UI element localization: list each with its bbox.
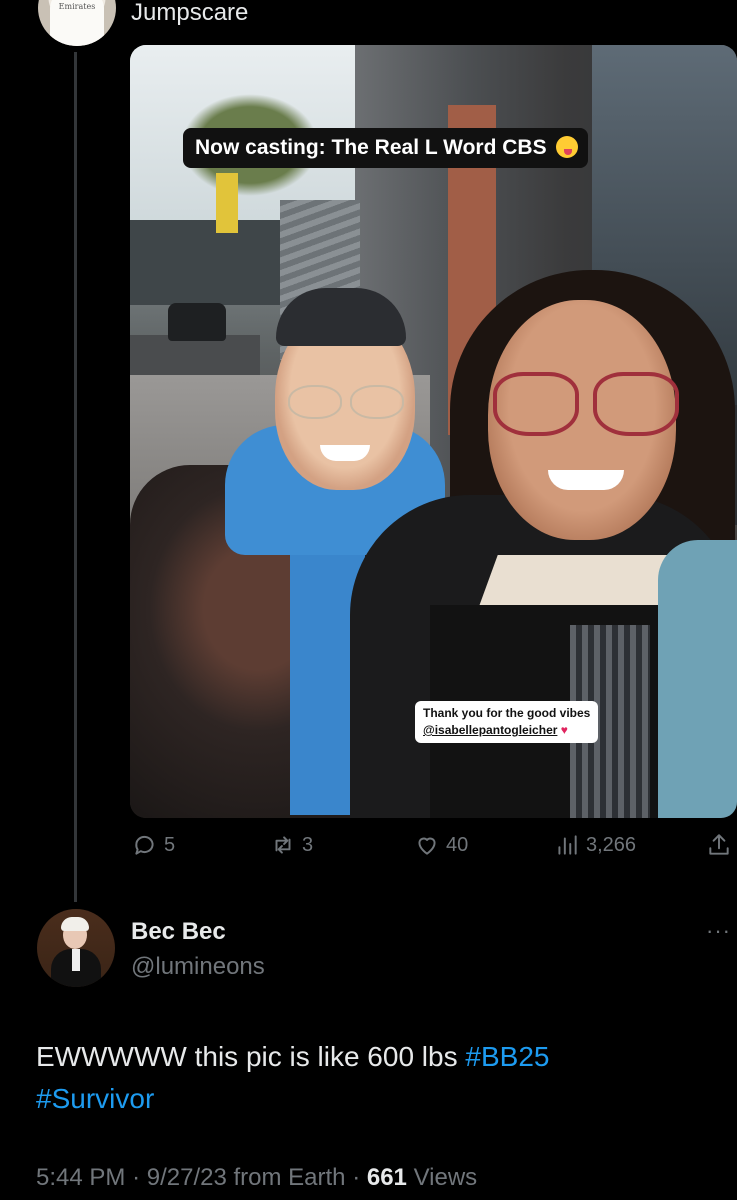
- reply-icon: [135, 835, 154, 855]
- photo-backpack: [658, 540, 737, 818]
- avatar-shirt-text: Emirates: [58, 2, 96, 11]
- more-options-icon[interactable]: ···: [706, 918, 731, 944]
- thanks-caption: Thank you for the good vibes @isabellepa…: [415, 701, 599, 743]
- views-button[interactable]: 3,266: [554, 832, 636, 858]
- post-views-count: 661: [366, 1164, 407, 1191]
- views-count: 3,266: [586, 833, 637, 856]
- post-source: from Earth: [233, 1164, 346, 1191]
- thread-connector-line: [74, 52, 77, 902]
- reply-text-main: EWWWWW this pic is like 600 lbs: [36, 1041, 466, 1072]
- like-count: 40: [446, 833, 469, 856]
- parent-avatar[interactable]: Emirates: [38, 0, 116, 46]
- avatar-hair: [61, 917, 89, 931]
- repost-icon: [275, 836, 291, 854]
- story-caption: Now casting: The Real L Word CBS: [183, 128, 589, 168]
- post-views-label: Views: [413, 1164, 478, 1191]
- post-metadata: 5:44 PM · 9/27/23 from Earth · 661 Views: [36, 1164, 477, 1192]
- repost-count: 3: [302, 833, 314, 856]
- red-heart-emoji-icon: ♥: [560, 723, 568, 737]
- like-button[interactable]: 40: [414, 832, 468, 858]
- zany-face-emoji-icon: [556, 136, 579, 158]
- reply-avatar[interactable]: [37, 909, 115, 987]
- share-button[interactable]: [706, 832, 732, 858]
- hashtag-survivor[interactable]: #Survivor: [36, 1083, 154, 1114]
- photo-person-right-smile: [548, 470, 624, 490]
- heart-icon: [418, 837, 436, 855]
- photo-person-left-glasses: [288, 385, 404, 419]
- reply-button[interactable]: 5: [132, 832, 175, 858]
- reply-handle[interactable]: @lumineons: [131, 953, 265, 981]
- photo-banner: [216, 173, 238, 233]
- avatar-tie: [72, 949, 80, 971]
- post-date[interactable]: 9/27/23: [147, 1164, 227, 1191]
- views-bar-chart-icon: [558, 835, 577, 855]
- post-photo[interactable]: Now casting: The Real L Word CBS Thank y…: [130, 45, 737, 818]
- thanks-caption-handle: @isabellepantogleicher: [423, 723, 558, 737]
- reply-display-name[interactable]: Bec Bec: [131, 918, 226, 946]
- avatar-shirt: Emirates: [50, 0, 104, 46]
- photo-car: [168, 303, 226, 341]
- post-time[interactable]: 5:44 PM: [36, 1164, 125, 1191]
- hashtag-bb25[interactable]: #BB25: [465, 1041, 549, 1072]
- meta-separator: ·: [132, 1164, 147, 1191]
- reply-text: EWWWWW this pic is like 600 lbs #BB25 #Su…: [36, 1036, 716, 1120]
- share-icon: [709, 834, 729, 855]
- story-caption-text: Now casting: The Real L Word CBS: [195, 136, 547, 159]
- post-action-bar: 5 3 40 3,266: [130, 832, 737, 864]
- photo-person-right-glasses: [493, 372, 679, 436]
- parent-display-name[interactable]: Jumpscare: [131, 0, 248, 27]
- thanks-caption-line1: Thank you for the good vibes: [423, 706, 591, 720]
- reply-count: 5: [164, 833, 176, 856]
- repost-button[interactable]: 3: [270, 832, 313, 858]
- meta-separator: ·: [352, 1164, 367, 1191]
